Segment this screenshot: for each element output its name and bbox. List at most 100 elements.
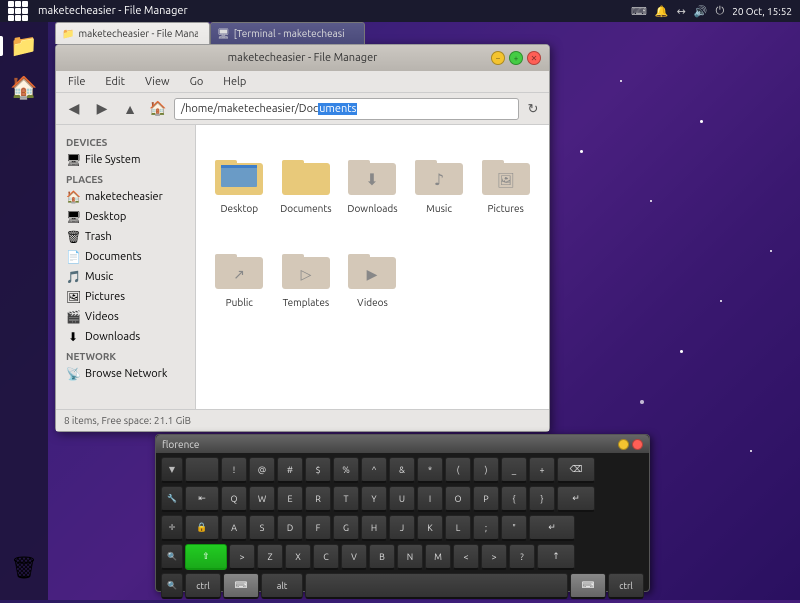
keyboard-icon[interactable]: ⌨ <box>631 5 647 18</box>
key-zoom[interactable]: 🔍 <box>161 573 183 599</box>
key-quote[interactable]: " <box>501 515 527 541</box>
menu-help[interactable]: Help <box>219 74 250 90</box>
key-at[interactable]: @ <box>249 457 275 483</box>
key-keyboard-left[interactable]: ⌨ <box>223 573 259 599</box>
key-t[interactable]: T <box>333 486 359 512</box>
key-u[interactable]: U <box>389 486 415 512</box>
key-percent[interactable]: % <box>333 457 359 483</box>
key-search[interactable]: 🔍 <box>161 544 183 570</box>
key-backspace[interactable]: ⌫ <box>557 457 595 483</box>
key-plus[interactable]: + <box>529 457 555 483</box>
file-item-music[interactable]: ♪ Music <box>408 137 471 227</box>
key-star[interactable]: * <box>417 457 443 483</box>
menu-view[interactable]: View <box>141 74 174 90</box>
key-caps[interactable]: 🔒 <box>185 515 219 541</box>
up-button[interactable]: ▲ <box>118 97 142 121</box>
key-lparen[interactable]: ( <box>445 457 471 483</box>
key-e[interactable]: E <box>277 486 303 512</box>
window-minimize-button[interactable]: – <box>491 51 505 65</box>
key-enter-top[interactable]: ↵ <box>557 486 595 512</box>
key-l[interactable]: L <box>445 515 471 541</box>
key-d[interactable]: D <box>277 515 303 541</box>
key-hash[interactable]: # <box>277 457 303 483</box>
key-shift[interactable]: ⇧ <box>185 544 227 570</box>
key-caret[interactable]: ^ <box>361 457 387 483</box>
keyboard-minimize-button[interactable] <box>618 439 629 450</box>
key-j[interactable]: J <box>389 515 415 541</box>
key-i[interactable]: I <box>417 486 443 512</box>
key-q[interactable]: Q <box>221 486 247 512</box>
menu-file[interactable]: File <box>64 74 89 90</box>
key-settings[interactable]: ▼ <box>161 457 183 483</box>
key-question[interactable]: ? <box>509 544 535 570</box>
file-item-videos[interactable]: ▶ Videos <box>341 231 404 321</box>
keyboard-close-button[interactable] <box>632 439 643 450</box>
file-item-public[interactable]: ↗ Public <box>208 231 271 321</box>
key-alt-left[interactable]: alt <box>261 573 303 599</box>
sidebar-desktop[interactable]: 🖥 Desktop <box>60 207 191 227</box>
sidebar-browse-network[interactable]: 📡 Browse Network <box>60 364 191 384</box>
key-dollar[interactable]: $ <box>305 457 331 483</box>
file-item-desktop[interactable]: Desktop <box>208 137 271 227</box>
address-bar[interactable]: /home/maketecheasier/Documents <box>174 98 519 120</box>
key-k[interactable]: K <box>417 515 443 541</box>
key-lbrace[interactable]: { <box>501 486 527 512</box>
home-button[interactable]: 🏠 <box>146 97 170 121</box>
sound-icon[interactable]: 🔊 <box>694 5 708 18</box>
sidebar-pictures[interactable]: 🖼 Pictures <box>60 287 191 307</box>
sidebar-videos[interactable]: 🎬 Videos <box>60 307 191 327</box>
key-exclaim[interactable]: ! <box>221 457 247 483</box>
apps-grid-icon[interactable] <box>8 1 28 21</box>
menu-edit[interactable]: Edit <box>101 74 129 90</box>
file-item-pictures[interactable]: 🖼 Pictures <box>474 137 537 227</box>
sidebar-documents[interactable]: 📄 Documents <box>60 247 191 267</box>
network-icon[interactable]: ↔ <box>677 5 686 18</box>
file-item-documents[interactable]: Documents <box>275 137 338 227</box>
key-h[interactable]: H <box>361 515 387 541</box>
key-enter-mid[interactable]: ↵ <box>529 515 575 541</box>
key-r[interactable]: R <box>305 486 331 512</box>
key-w[interactable]: W <box>249 486 275 512</box>
file-item-downloads[interactable]: ⬇ Downloads <box>341 137 404 227</box>
forward-button[interactable]: ▶ <box>90 97 114 121</box>
key-z[interactable]: Z <box>257 544 283 570</box>
key-p[interactable]: P <box>473 486 499 512</box>
tab-terminal[interactable]: 🖥 [Terminal - maketecheasier...] <box>210 22 365 44</box>
key-rbrace[interactable]: } <box>529 486 555 512</box>
key-m[interactable]: M <box>425 544 451 570</box>
sidebar-trash[interactable]: 🗑 Trash <box>60 227 191 247</box>
key-lt[interactable]: < <box>453 544 479 570</box>
key-plus-icon[interactable]: ✛ <box>161 515 183 541</box>
sidebar-filesystem[interactable]: 🖥 File System <box>60 150 191 170</box>
key-semicolon[interactable]: ; <box>473 515 499 541</box>
window-close-button[interactable]: ✕ <box>527 51 541 65</box>
key-wrench[interactable]: 🔧 <box>161 486 183 512</box>
key-g[interactable]: G <box>333 515 359 541</box>
key-gt[interactable]: > <box>229 544 255 570</box>
power-icon[interactable]: ⏻ <box>715 5 724 18</box>
key-v[interactable]: V <box>341 544 367 570</box>
window-maximize-button[interactable]: + <box>509 51 523 65</box>
key-up[interactable]: ↑ <box>537 544 575 570</box>
bell-icon[interactable]: 🔔 <box>655 5 669 18</box>
key-gt2[interactable]: > <box>481 544 507 570</box>
key-b[interactable]: B <box>369 544 395 570</box>
key-n[interactable]: N <box>397 544 423 570</box>
key-space[interactable] <box>305 573 568 599</box>
menu-go[interactable]: Go <box>186 74 208 90</box>
file-item-templates[interactable]: ▷ Templates <box>275 231 338 321</box>
key-keyboard-right[interactable]: ⌨ <box>570 573 606 599</box>
key-tab[interactable]: ⇤ <box>185 486 219 512</box>
tab-file-manager[interactable]: 📁 maketecheasier - File Mana... <box>55 22 210 44</box>
key-o[interactable]: O <box>445 486 471 512</box>
sidebar-maketecheasier[interactable]: 🏠 maketecheasier <box>60 187 191 207</box>
key-underscore[interactable]: _ <box>501 457 527 483</box>
key-ctrl-right[interactable]: ctrl <box>608 573 644 599</box>
key-s[interactable]: S <box>249 515 275 541</box>
key-empty[interactable] <box>185 457 219 483</box>
key-f[interactable]: F <box>305 515 331 541</box>
key-x[interactable]: X <box>285 544 311 570</box>
sidebar-downloads[interactable]: ⬇ Downloads <box>60 327 191 347</box>
sidebar-icon-trash[interactable]: 🗑 <box>4 548 44 588</box>
key-c[interactable]: C <box>313 544 339 570</box>
